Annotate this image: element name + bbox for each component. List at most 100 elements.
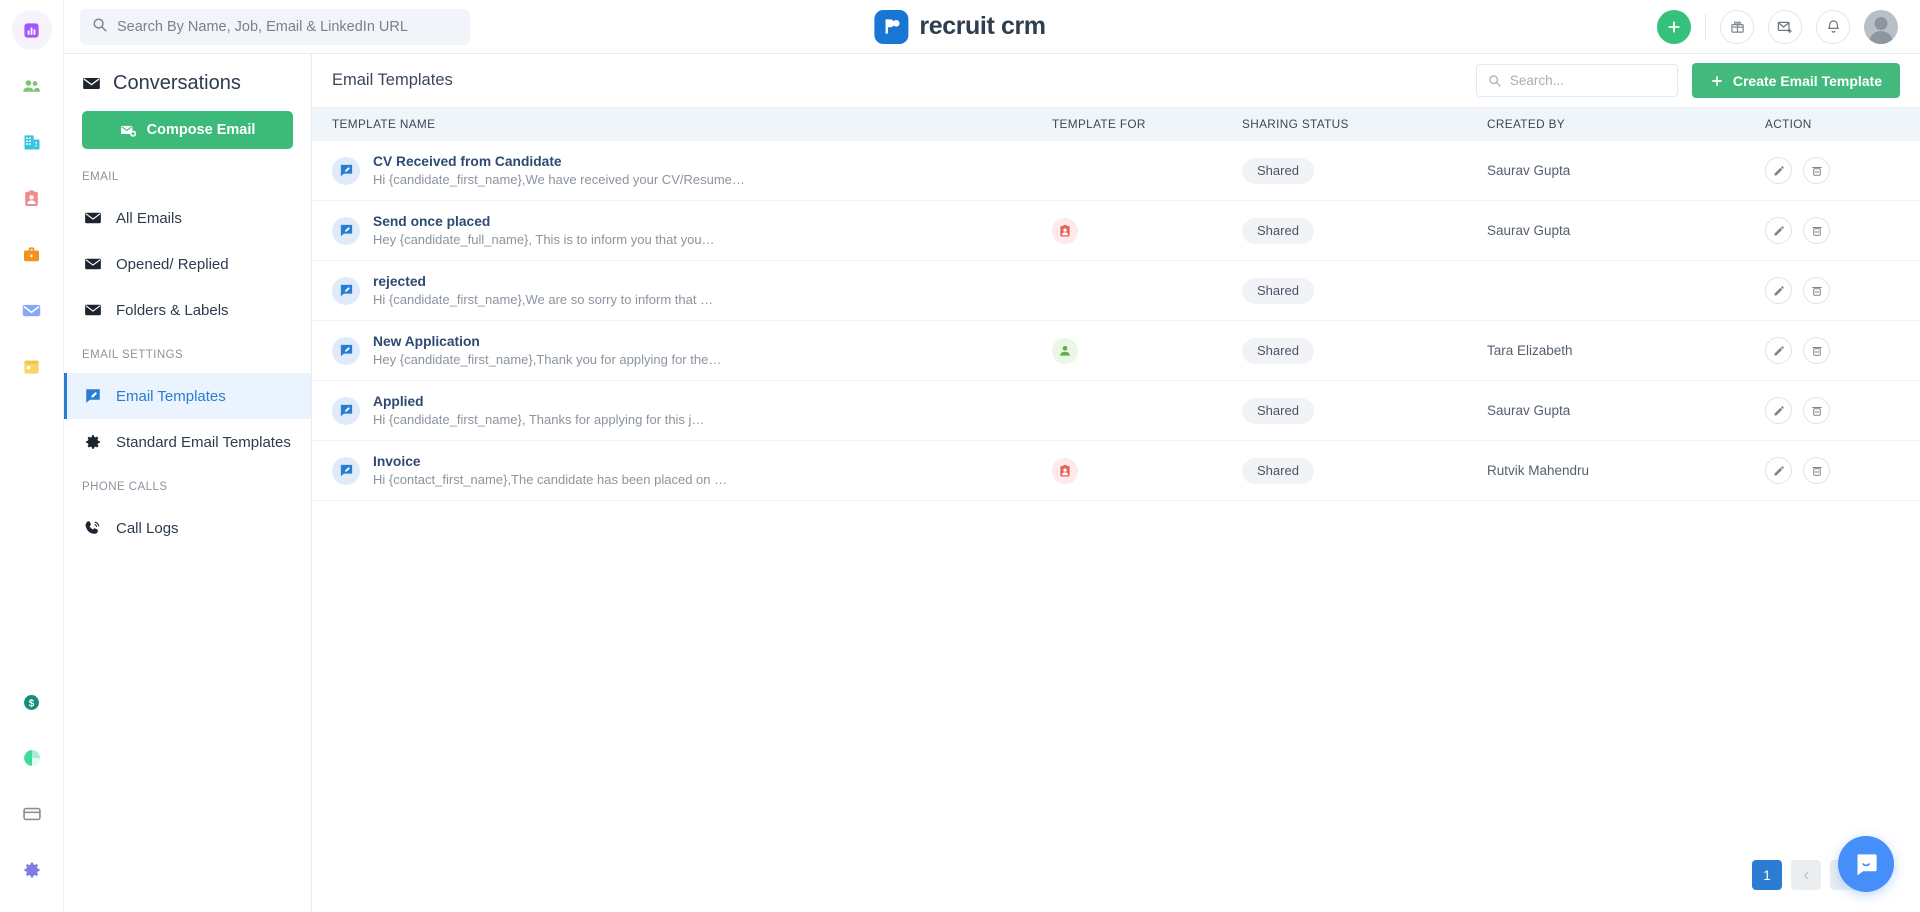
rail-item-dashboard[interactable] [11,10,52,50]
template-edit-icon [332,396,360,425]
sidebar-item-opened-replied[interactable]: Opened/ Replied [64,241,311,287]
column-header-action: ACTION [1765,117,1812,131]
cell-template-name: Applied Hi {candidate_first_name}, Thanks… [312,394,1052,427]
column-header-created-by: CREATED BY [1487,117,1566,131]
icon-rail: $ [0,0,64,912]
mail-plus-icon[interactable] [1768,9,1802,44]
template-name-link[interactable]: Applied [373,394,704,409]
brand-text: recruit crm [919,12,1046,40]
template-name-link[interactable]: rejected [373,274,713,289]
pagination-prev-button[interactable] [1791,860,1821,890]
chat-widget-button[interactable] [1838,836,1894,892]
created-by-text: Saurav Gupta [1487,163,1571,178]
delete-template-button[interactable] [1803,157,1830,184]
template-preview-text: Hey {candidate_first_name},Thank you for… [373,352,722,367]
delete-template-button[interactable] [1803,457,1830,484]
status-badge: Shared [1242,337,1314,364]
table-row[interactable]: Applied Hi {candidate_first_name}, Thanks… [312,381,1920,441]
edit-template-button[interactable] [1765,277,1792,304]
main-header-actions: Create Email Template [1475,63,1900,98]
cell-action [1765,157,1920,184]
trash-icon [1811,286,1822,296]
top-bar: recruit crm [0,0,1920,54]
cell-sharing-status: Shared [1242,337,1487,364]
delete-template-button[interactable] [1803,217,1830,244]
table-row[interactable]: New Application Hey {candidate_first_name… [312,321,1920,381]
envelope-icon [84,209,102,227]
search-icon [1488,74,1501,87]
template-edit-icon [332,336,360,365]
delete-template-button[interactable] [1803,337,1830,364]
create-email-template-button[interactable]: Create Email Template [1691,63,1900,98]
compose-email-button[interactable]: Compose Email [82,111,293,149]
edit-template-button[interactable] [1765,157,1792,184]
pencil-icon [1774,165,1784,175]
edit-template-button[interactable] [1765,457,1792,484]
sidebar-item-standard-email-templates[interactable]: Standard Email Templates [64,419,311,465]
rail-item-calendar[interactable] [12,346,52,386]
rail-item-companies[interactable] [12,122,52,162]
table-row[interactable]: Invoice Hi {contact_first_name},The candi… [312,441,1920,501]
template-search[interactable] [1475,64,1678,97]
bell-icon[interactable] [1816,9,1850,44]
cell-created-by: Saurav Gupta [1487,163,1765,178]
sidebar-title: Conversations [64,72,311,95]
pencil-icon [1774,345,1784,355]
email-templates-table: TEMPLATE NAME TEMPLATE FOR SHARING STATU… [312,108,1920,912]
sidebar-item-email-templates[interactable]: Email Templates [64,373,311,419]
cell-action [1765,277,1920,304]
rail-item-candidates[interactable] [12,178,52,218]
sidebar-item-label: Call Logs [116,519,179,537]
template-name-link[interactable]: Invoice [373,454,727,469]
edit-template-button[interactable] [1765,337,1792,364]
global-search[interactable] [80,8,470,45]
rail-item-billing[interactable] [12,794,52,834]
rail-item-settings[interactable] [12,850,52,890]
svg-text:$: $ [29,698,35,709]
rail-item-email[interactable] [12,290,52,330]
rail-item-contacts[interactable] [12,66,52,106]
sidebar-item-all-emails[interactable]: All Emails [64,195,311,241]
search-input[interactable] [117,18,458,35]
rail-item-reports[interactable] [12,738,52,778]
add-button[interactable] [1657,9,1691,44]
main-panel: Email Templates C [312,54,1920,912]
pencil-icon [1774,465,1784,475]
template-search-input[interactable] [1509,73,1666,88]
template-edit-icon [332,216,360,245]
template-preview-text: Hi {candidate_first_name}, Thanks for ap… [373,412,705,427]
template-for-candidate-icon [1052,337,1078,364]
edit-template-button[interactable] [1765,217,1792,244]
template-name-link[interactable]: New Application [373,334,721,349]
table-row[interactable]: Send once placed Hey {candidate_full_name… [312,201,1920,261]
trash-icon [1811,406,1822,416]
divider [1705,13,1706,40]
template-name-link[interactable]: Send once placed [373,214,715,229]
delete-template-button[interactable] [1803,397,1830,424]
created-by-text: Rutvik Mahendru [1487,463,1590,478]
table-row[interactable]: rejected Hi {candidate_first_name},We are… [312,261,1920,321]
sidebar-group-label-phone-calls: PHONE CALLS [82,481,168,493]
rail-item-deals[interactable]: $ [12,682,52,722]
compose-email-label: Compose Email [146,122,256,138]
template-name-link[interactable]: CV Received from Candidate [373,154,745,169]
cell-template-name: rejected Hi {candidate_first_name},We are… [312,274,1052,307]
sidebar-item-call-logs[interactable]: Call Logs [64,505,311,551]
status-badge: Shared [1242,157,1314,184]
delete-template-button[interactable] [1803,277,1830,304]
cell-created-by: Saurav Gupta [1487,223,1765,238]
rail-item-jobs[interactable] [12,234,52,274]
envelope-icon [82,74,101,93]
page-title: Email Templates [332,71,453,89]
page-button-current[interactable]: 1 [1752,860,1782,890]
pencil-icon [1774,285,1784,295]
sidebar-group-label-email: EMAIL [82,171,119,183]
profile-avatar[interactable] [1864,9,1898,44]
created-by-text: Saurav Gupta [1487,223,1571,238]
edit-template-button[interactable] [1765,397,1792,424]
table-row[interactable]: CV Received from Candidate Hi {candidate_… [312,141,1920,201]
gift-icon[interactable] [1720,9,1754,44]
sidebar-item-folders-labels[interactable]: Folders & Labels [64,287,311,333]
chat-bubble-icon [1856,853,1877,875]
